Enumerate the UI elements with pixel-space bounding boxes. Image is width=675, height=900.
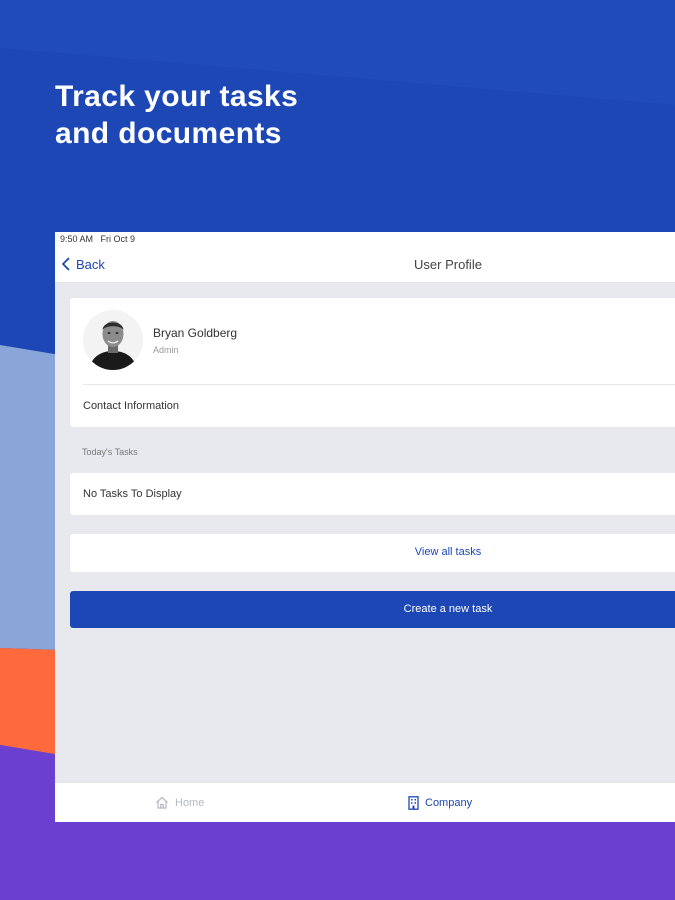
- profile-card: Bryan Goldberg Admin Contact Information: [70, 298, 675, 427]
- headline-line-1: Track your tasks: [55, 80, 299, 113]
- status-date: Fri Oct 9: [100, 234, 136, 244]
- tab-company-label: Company: [425, 797, 473, 809]
- view-all-tasks-button[interactable]: View all tasks: [70, 534, 675, 572]
- tab-home[interactable]: Home: [155, 796, 204, 809]
- tab-bar: Home Company: [55, 782, 675, 822]
- tab-company[interactable]: Company: [408, 796, 472, 810]
- empty-tasks-message: No Tasks To Display: [83, 488, 182, 500]
- create-task-button[interactable]: Create a new task: [70, 591, 675, 628]
- user-photo: [83, 310, 143, 370]
- divider: [83, 384, 675, 385]
- view-all-tasks-label: View all tasks: [414, 546, 482, 558]
- create-task-label: Create a new task: [403, 603, 493, 615]
- user-role: Admin: [153, 345, 179, 355]
- building-icon: [408, 796, 419, 810]
- status-bar: 9:50 AM Fri Oct 9: [55, 232, 675, 246]
- contact-information-link[interactable]: Contact Information: [83, 400, 179, 412]
- home-icon: [156, 796, 168, 809]
- status-time: 9:50 AM: [60, 234, 94, 244]
- section-label-todays-tasks: Today's Tasks: [82, 447, 138, 457]
- tablet-screen: 9:50 AM Fri Oct 9 Back User Profile Brya…: [55, 232, 675, 822]
- headline-line-2: and documents: [55, 117, 282, 150]
- navigation-bar: Back User Profile: [55, 246, 675, 283]
- avatar: [83, 310, 143, 370]
- marketing-headline: Track your tasks and documents: [55, 78, 455, 152]
- tab-home-label: Home: [175, 796, 205, 809]
- page-title: User Profile: [414, 257, 482, 272]
- tasks-card: No Tasks To Display: [70, 473, 675, 515]
- user-name: Bryan Goldberg: [153, 326, 238, 340]
